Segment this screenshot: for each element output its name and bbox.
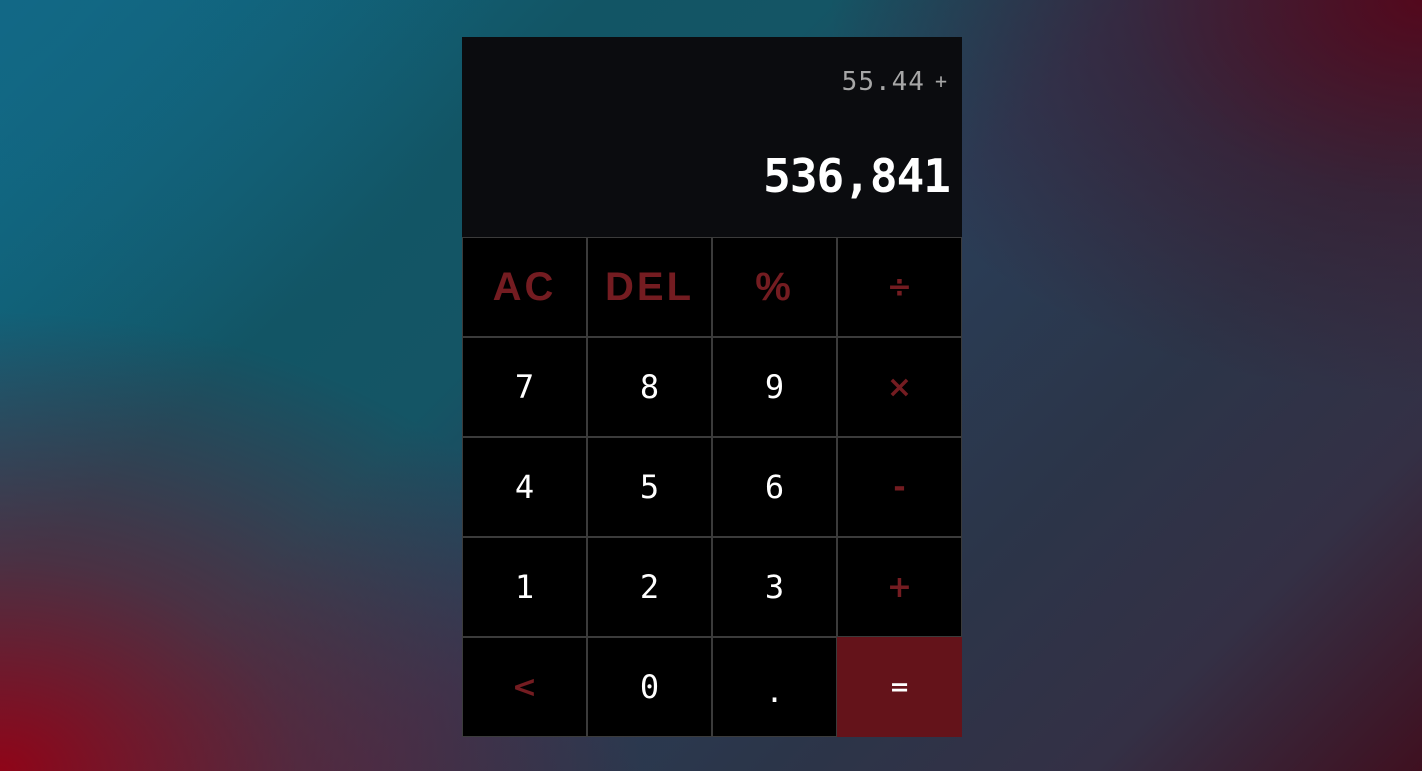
equals-button[interactable]: =: [837, 637, 962, 737]
calculator-display: 55.44 + 536,841: [462, 37, 962, 237]
calculator: 55.44 + 536,841 AC DEL % ÷ 7 8 9 × 4 5 6 …: [462, 37, 962, 737]
background-glow-top-left: [0, 0, 500, 400]
all-clear-button[interactable]: AC: [462, 237, 587, 337]
divide-button[interactable]: ÷: [837, 237, 962, 337]
previous-value: 55.44: [841, 67, 925, 97]
digit-2-button[interactable]: 2: [587, 537, 712, 637]
subtract-button[interactable]: -: [837, 437, 962, 537]
multiply-button[interactable]: ×: [837, 337, 962, 437]
previous-operand: 55.44 +: [842, 67, 948, 97]
percent-button[interactable]: %: [712, 237, 837, 337]
previous-operator: +: [934, 69, 948, 93]
digit-7-button[interactable]: 7: [462, 337, 587, 437]
digit-6-button[interactable]: 6: [712, 437, 837, 537]
add-button[interactable]: +: [837, 537, 962, 637]
digit-9-button[interactable]: 9: [712, 337, 837, 437]
digit-3-button[interactable]: 3: [712, 537, 837, 637]
current-operand: 536,841: [763, 149, 951, 203]
delete-button[interactable]: DEL: [587, 237, 712, 337]
decimal-button[interactable]: .: [712, 637, 837, 737]
digit-5-button[interactable]: 5: [587, 437, 712, 537]
keypad: AC DEL % ÷ 7 8 9 × 4 5 6 - 1 2 3 + < 0 .…: [462, 237, 962, 737]
digit-0-button[interactable]: 0: [587, 637, 712, 737]
digit-1-button[interactable]: 1: [462, 537, 587, 637]
backspace-button[interactable]: <: [462, 637, 587, 737]
digit-4-button[interactable]: 4: [462, 437, 587, 537]
digit-8-button[interactable]: 8: [587, 337, 712, 437]
